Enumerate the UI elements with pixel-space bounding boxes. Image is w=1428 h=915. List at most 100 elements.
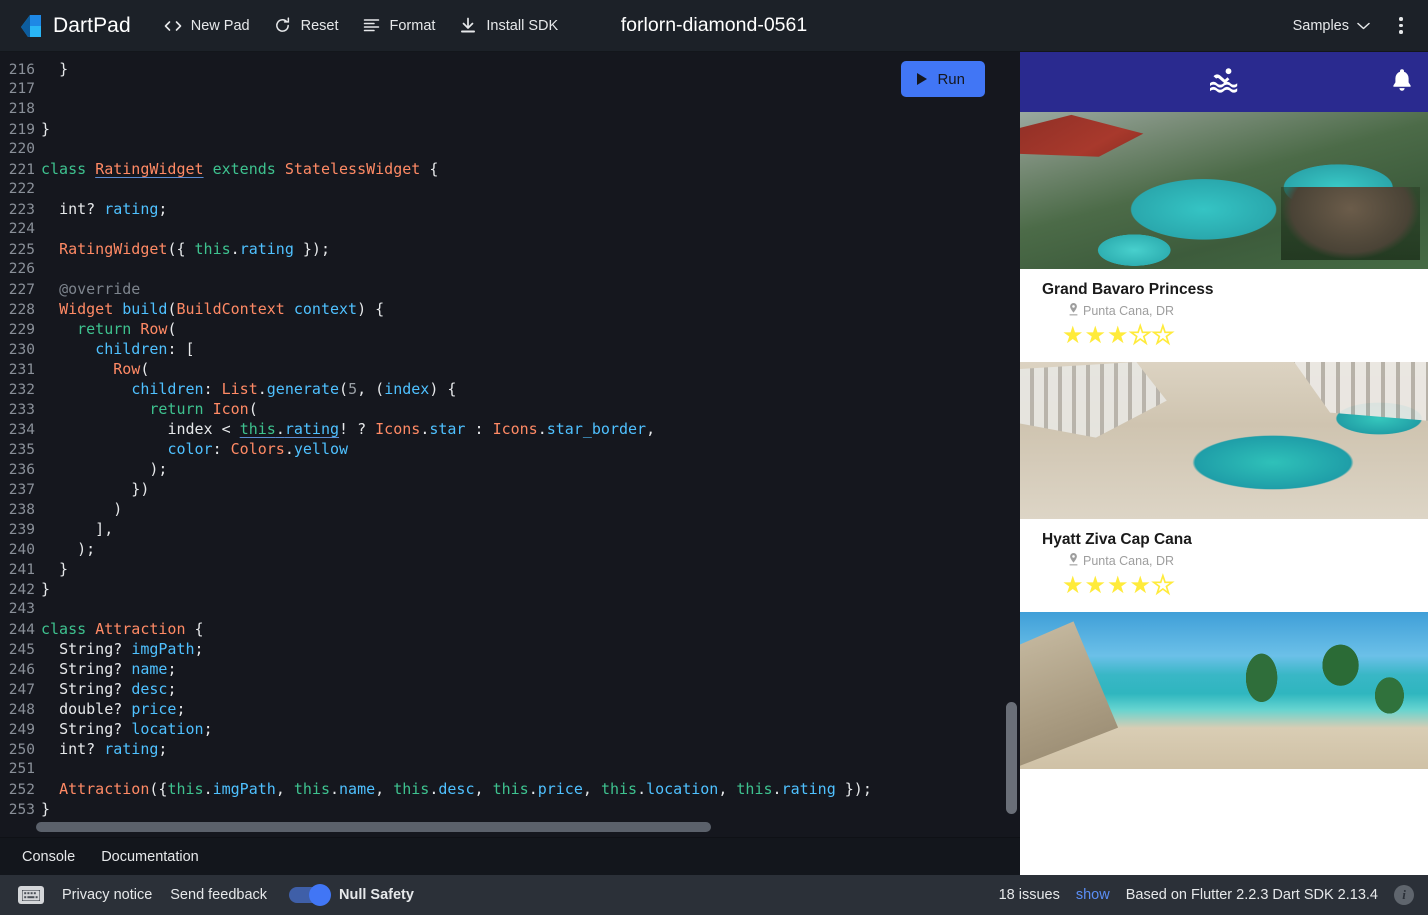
code-text: ); bbox=[41, 540, 96, 558]
line-number: 219 bbox=[8, 122, 35, 138]
code-line: 232 children: List.generate(5, (index) { bbox=[0, 379, 1020, 399]
tab-documentation[interactable]: Documentation bbox=[91, 843, 209, 871]
line-number: 245 bbox=[8, 642, 35, 658]
code-line: 247 String? desc; bbox=[0, 679, 1020, 699]
install-sdk-button[interactable]: Install SDK bbox=[448, 11, 569, 41]
card-location-text: Punta Cana, DR bbox=[1083, 304, 1175, 318]
card-location: Punta Cana, DR bbox=[1042, 553, 1428, 569]
editor-horizontal-scrollbar[interactable] bbox=[0, 822, 1009, 832]
code-editor[interactable]: 216 } 217 218 219} 220 221 class RatingWidget … bbox=[0, 52, 1020, 837]
samples-dropdown[interactable]: Samples bbox=[1283, 11, 1380, 41]
format-button[interactable]: Format bbox=[351, 11, 446, 41]
info-icon[interactable]: i bbox=[1394, 885, 1414, 905]
code-line: 228 Widget build(BuildContext context) { bbox=[0, 299, 1020, 319]
code-line: 237 }) bbox=[0, 479, 1020, 499]
code-text: Widget build(BuildContext context) { bbox=[59, 300, 385, 318]
rating-stars: ★ ★ ★ ★ ★ bbox=[1042, 572, 1428, 599]
star-filled-icon: ★ bbox=[1062, 572, 1084, 599]
line-number: 252 bbox=[8, 782, 35, 798]
dartpad-app: DartPad New Pad Reset Format Install SDK… bbox=[0, 0, 1428, 915]
run-label: Run bbox=[937, 70, 965, 88]
line-number: 253 bbox=[8, 802, 35, 818]
keyboard-icon[interactable] bbox=[18, 886, 44, 904]
attraction-card[interactable]: Hyatt Ziva Cap Cana Punta Cana, DR ★ ★ ★ ★ ★ bbox=[1020, 362, 1428, 612]
card-body: Hyatt Ziva Cap Cana Punta Cana, DR ★ ★ ★ ★ ★ bbox=[1020, 519, 1428, 612]
top-header: DartPad New Pad Reset Format Install SDK… bbox=[0, 0, 1428, 52]
card-title: Grand Bavaro Princess bbox=[1042, 281, 1214, 298]
code-line: 224 bbox=[0, 219, 1020, 239]
rating-stars: ★ ★ ★ ★ ★ bbox=[1042, 322, 1428, 349]
line-number: 234 bbox=[8, 422, 35, 438]
code-line: 229 return Row( bbox=[0, 319, 1020, 339]
status-bar: Privacy notice Send feedback Null Safety… bbox=[0, 875, 1428, 915]
format-label: Format bbox=[389, 17, 436, 34]
more-menu-button[interactable] bbox=[1384, 9, 1418, 43]
code-text: } bbox=[41, 560, 69, 578]
code-line: 221 class RatingWidget extends StatelessW… bbox=[0, 159, 1020, 179]
toggle-knob bbox=[309, 884, 332, 906]
code-lines[interactable]: 216 } 217 218 219} 220 221 class RatingWidget … bbox=[0, 52, 1020, 837]
code-text: int? rating; bbox=[59, 200, 168, 218]
app-bar-title-slot bbox=[1020, 66, 1428, 99]
horizontal-scroll-thumb[interactable] bbox=[36, 822, 711, 832]
code-line: 252 Attraction({this.imgPath, this.name,… bbox=[0, 779, 1020, 799]
new-pad-label: New Pad bbox=[190, 17, 250, 34]
null-safety-control: Null Safety bbox=[289, 884, 414, 906]
editor-vertical-scrollbar[interactable] bbox=[1006, 52, 1017, 837]
location-pin-icon bbox=[1068, 303, 1079, 319]
code-line: 249 String? location; bbox=[0, 719, 1020, 739]
card-image bbox=[1020, 362, 1428, 519]
attraction-card[interactable] bbox=[1020, 612, 1428, 769]
code-line: 244 class Attraction { bbox=[0, 619, 1020, 639]
attraction-card-list[interactable]: Grand Bavaro Princess Punta Cana, DR ★ ★ ★ ★ ★… bbox=[1020, 112, 1428, 875]
line-number: 227 bbox=[8, 282, 35, 298]
line-number: 240 bbox=[8, 542, 35, 558]
pad-title-text: forlorn-diamond-0561 bbox=[620, 14, 808, 36]
null-safety-label: Null Safety bbox=[339, 887, 414, 903]
new-pad-button[interactable]: New Pad bbox=[153, 11, 261, 41]
line-number: 244 bbox=[8, 622, 35, 638]
line-number: 250 bbox=[8, 742, 35, 758]
code-line: 234 index < this.rating! ? Icons.star : … bbox=[0, 419, 1020, 439]
reset-button[interactable]: Reset bbox=[263, 11, 350, 41]
code-text: } bbox=[59, 60, 69, 78]
code-line: 227 @override bbox=[0, 279, 1020, 299]
privacy-notice-link[interactable]: Privacy notice bbox=[62, 887, 152, 903]
code-line: 222 bbox=[0, 179, 1020, 199]
star-filled-icon: ★ bbox=[1107, 322, 1129, 349]
header-nav: New Pad Reset Format Install SDK bbox=[153, 11, 569, 41]
card-title: Hyatt Ziva Cap Cana bbox=[1042, 531, 1192, 548]
code-text: double? price; bbox=[59, 700, 186, 718]
null-safety-toggle[interactable] bbox=[289, 884, 332, 906]
vertical-scroll-thumb[interactable] bbox=[1006, 702, 1017, 814]
line-number: 229 bbox=[8, 322, 35, 338]
code-text: String? name; bbox=[59, 660, 177, 678]
line-number: 236 bbox=[8, 462, 35, 478]
code-line: 219} bbox=[0, 119, 1020, 139]
tab-console[interactable]: Console bbox=[12, 843, 85, 871]
code-line: 216 } bbox=[0, 59, 1020, 79]
line-number: 239 bbox=[8, 522, 35, 538]
code-line: 243 bbox=[0, 599, 1020, 619]
code-line: 225 RatingWidget({ this.rating }); bbox=[0, 239, 1020, 259]
code-line: 253} bbox=[0, 799, 1020, 819]
code-text: } bbox=[41, 800, 51, 818]
resort-photo bbox=[1020, 112, 1428, 269]
star-filled-icon: ★ bbox=[1084, 572, 1107, 599]
star-outline-icon: ★ bbox=[1129, 322, 1152, 349]
line-number: 220 bbox=[8, 141, 35, 157]
line-number: 241 bbox=[8, 562, 35, 578]
show-issues-link[interactable]: show bbox=[1076, 887, 1110, 903]
location-pin-icon bbox=[1068, 553, 1079, 569]
code-line: 238 ) bbox=[0, 499, 1020, 519]
code-text: }) bbox=[41, 480, 150, 498]
attraction-card[interactable]: Grand Bavaro Princess Punta Cana, DR ★ ★ ★ ★ ★ bbox=[1020, 112, 1428, 362]
resort-photo bbox=[1020, 362, 1428, 519]
line-number: 251 bbox=[8, 761, 35, 777]
star-filled-icon: ★ bbox=[1129, 572, 1152, 599]
send-feedback-link[interactable]: Send feedback bbox=[170, 887, 267, 903]
run-button[interactable]: Run bbox=[901, 61, 985, 97]
code-text: } bbox=[41, 580, 51, 598]
code-text: int? rating; bbox=[59, 740, 168, 758]
code-line: 239 ], bbox=[0, 519, 1020, 539]
